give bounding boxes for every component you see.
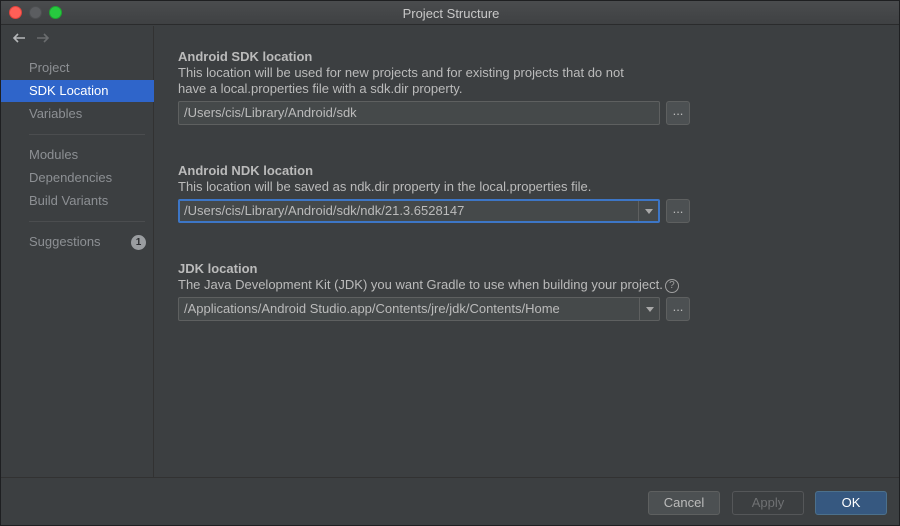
sdk-browse-button[interactable]: ... <box>666 101 690 125</box>
ok-button[interactable]: OK <box>815 491 887 515</box>
sidebar-divider <box>29 134 145 135</box>
sidebar-item-build-variants[interactable]: Build Variants <box>1 190 154 212</box>
sdk-location-panel: Android SDK location This location will … <box>155 26 899 477</box>
ndk-path-combobox[interactable]: /Users/cis/Library/Android/sdk/ndk/21.3.… <box>178 199 660 223</box>
apply-button[interactable]: Apply <box>732 491 804 515</box>
sdk-location-description-line1: This location will be used for new proje… <box>178 65 624 80</box>
jdk-browse-button[interactable]: ... <box>666 297 690 321</box>
ndk-location-title: Android NDK location <box>178 163 314 178</box>
sidebar-item-suggestions[interactable]: Suggestions 1 <box>1 231 154 253</box>
sidebar-item-project[interactable]: Project <box>1 57 154 79</box>
sidebar-item-sdk-location[interactable]: SDK Location <box>1 80 154 102</box>
dialog-footer: Cancel Apply OK <box>1 477 899 525</box>
cancel-button[interactable]: Cancel <box>648 491 720 515</box>
jdk-location-description-text: The Java Development Kit (JDK) you want … <box>178 277 663 292</box>
arrow-left-icon[interactable] <box>11 30 27 46</box>
jdk-location-description: The Java Development Kit (JDK) you want … <box>178 277 679 293</box>
sidebar-item-label: Suggestions <box>29 234 101 249</box>
jdk-path-value: /Applications/Android Studio.app/Content… <box>184 301 560 316</box>
window-title: Project Structure <box>402 6 500 21</box>
sdk-path-field[interactable]: /Users/cis/Library/Android/sdk <box>178 101 660 125</box>
title-bar: Project Structure <box>1 1 899 25</box>
ndk-browse-button[interactable]: ... <box>666 199 690 223</box>
sidebar-item-variables[interactable]: Variables <box>1 103 154 125</box>
sidebar: Project SDK Location Variables Modules D… <box>1 26 154 477</box>
jdk-path-combobox[interactable]: /Applications/Android Studio.app/Content… <box>178 297 660 321</box>
question-circle-icon[interactable]: ? <box>664 278 679 293</box>
sidebar-item-modules[interactable]: Modules <box>1 144 154 166</box>
sdk-location-title: Android SDK location <box>178 49 313 64</box>
suggestions-count-badge: 1 <box>131 235 146 250</box>
sidebar-divider <box>29 221 145 222</box>
sdk-location-description-line2: have a local.properties file with a sdk.… <box>178 81 463 96</box>
arrow-right-icon[interactable] <box>35 30 51 46</box>
sidebar-item-dependencies[interactable]: Dependencies <box>1 167 154 189</box>
jdk-location-title: JDK location <box>178 261 258 276</box>
chevron-down-icon[interactable] <box>639 298 659 320</box>
project-structure-window: Project Structure Project SDK Location V… <box>0 0 900 526</box>
ndk-path-value: /Users/cis/Library/Android/sdk/ndk/21.3.… <box>184 203 465 218</box>
chevron-down-icon[interactable] <box>638 201 658 221</box>
ndk-location-description: This location will be saved as ndk.dir p… <box>178 179 592 194</box>
